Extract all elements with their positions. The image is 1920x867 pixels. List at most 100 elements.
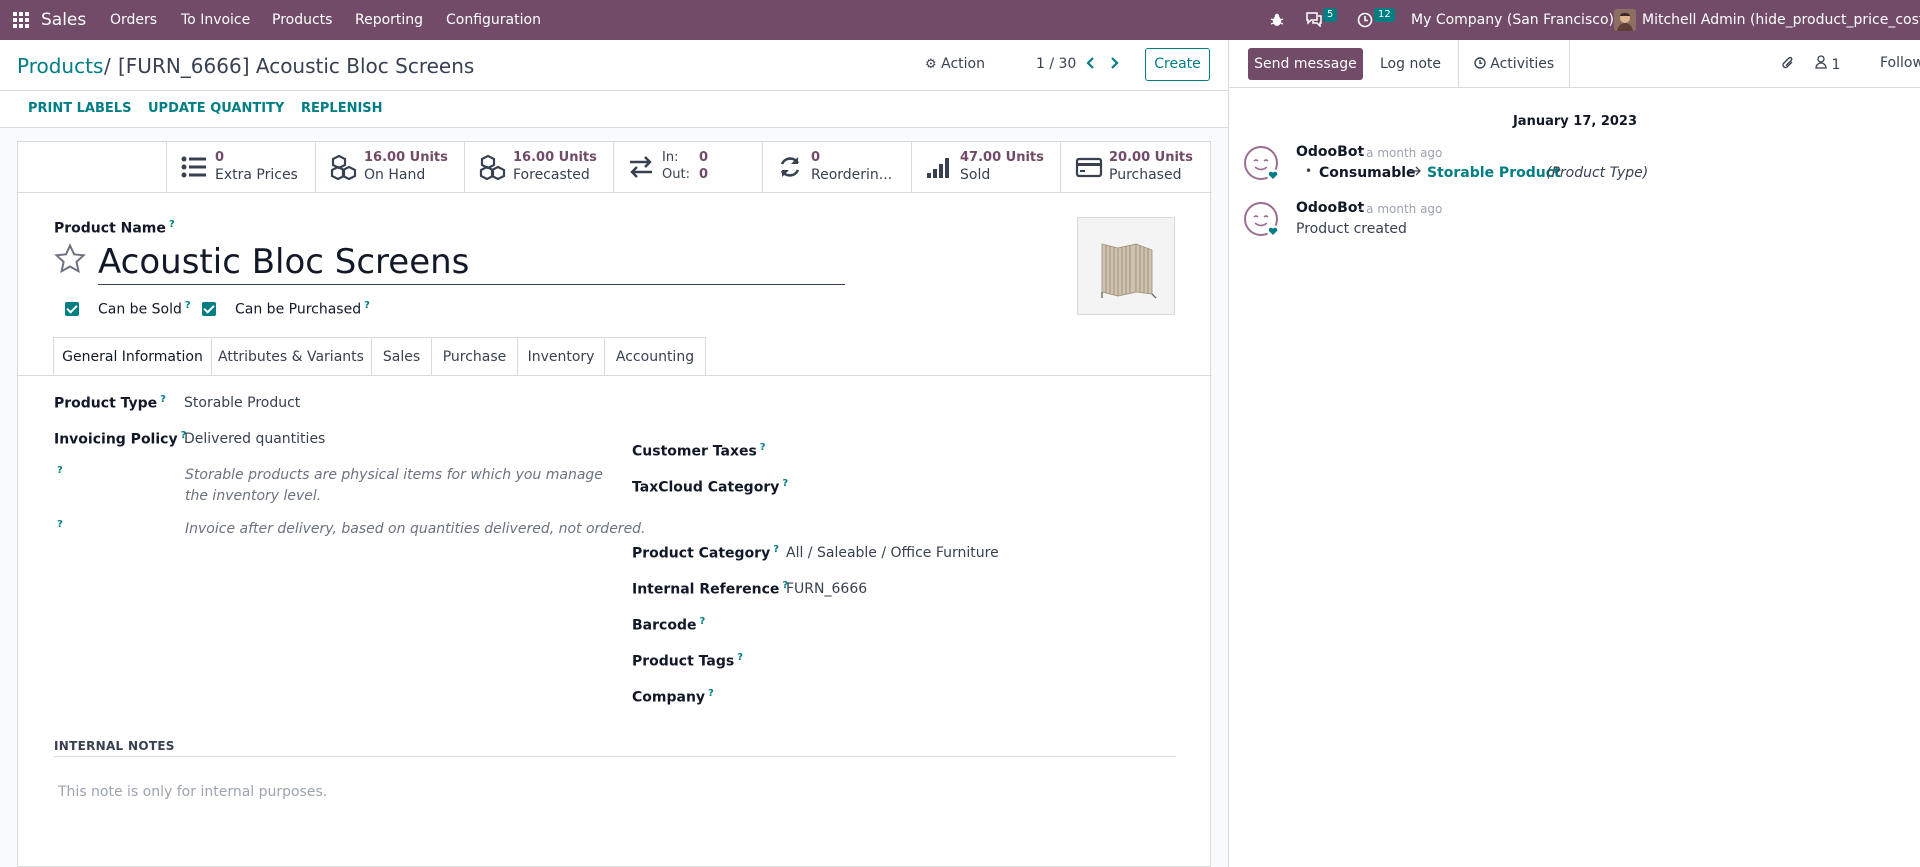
chatter-topbar: Send message Log note Activities 1 Follo… (1229, 40, 1920, 88)
pager-value[interactable]: 1 / 30 (1036, 56, 1076, 72)
tab-general-information[interactable]: General Information (53, 337, 212, 375)
message-time: - a month ago (1358, 202, 1443, 216)
can-be-sold-checkbox[interactable] (65, 302, 79, 316)
internal-notes-divider (54, 756, 1176, 757)
can-be-sold-label[interactable]: Can be Sold? (98, 300, 191, 318)
on-hand-label: On Hand (364, 167, 426, 183)
help-tooltip-icon[interactable]: ? (57, 519, 63, 530)
help-tooltip-icon[interactable]: ? (364, 300, 370, 311)
purchased-label: Purchased (1109, 167, 1182, 183)
breadcrumb-products[interactable]: Products (17, 54, 103, 78)
in-out-button[interactable]: In: 0 Out: 0 (613, 142, 762, 193)
menu-orders[interactable]: Orders (110, 0, 157, 40)
product-category-value[interactable]: All / Saleable / Office Furniture (786, 545, 999, 561)
app-name[interactable]: Sales (41, 0, 86, 40)
menu-configuration[interactable]: Configuration (446, 0, 541, 40)
signal-icon (926, 154, 952, 180)
user-icon (1815, 55, 1827, 73)
tab-accounting[interactable]: Accounting (605, 337, 706, 375)
help-tooltip-icon[interactable]: ? (760, 442, 766, 453)
activities-button[interactable]: Activities (1459, 40, 1570, 88)
tracking-arrow-icon (1408, 165, 1422, 181)
customer-taxes-label: Customer Taxes? (632, 442, 766, 460)
internal-notes-input[interactable]: This note is only for internal purposes. (58, 784, 327, 800)
company-label: Company? (632, 688, 714, 706)
menu-to-invoice[interactable]: To Invoice (181, 0, 250, 40)
invoicing-policy-value[interactable]: Delivered quantities (184, 431, 325, 447)
message-author[interactable]: OdooBot (1296, 200, 1364, 216)
user-avatar[interactable] (1614, 9, 1636, 31)
update-quantity-button[interactable]: UPDATE QUANTITY (148, 101, 284, 116)
tab-attributes-variants[interactable]: Attributes & Variants (211, 337, 372, 375)
menu-reporting[interactable]: Reporting (355, 0, 423, 40)
create-button[interactable]: Create (1145, 48, 1210, 81)
followers-button[interactable]: 1 (1815, 55, 1840, 73)
action-menu[interactable]: ⚙ Action (925, 56, 985, 72)
forecasted-value: 16.00 Units (513, 150, 597, 165)
tab-inventory[interactable]: Inventory (518, 337, 605, 375)
notebook-tabs: General Information Attributes & Variant… (18, 337, 1212, 376)
product-type-value[interactable]: Storable Product (184, 395, 300, 411)
refresh-icon (777, 154, 803, 180)
purchased-value: 20.00 Units (1109, 150, 1193, 165)
help-tooltip-icon[interactable]: ? (708, 688, 714, 699)
in-value: 0 (699, 150, 709, 165)
on-hand-button[interactable]: 16.00 Units On Hand (315, 142, 464, 193)
product-type-label: Product Type? (54, 394, 166, 412)
control-panel: Products / [FURN_6666] Acoustic Bloc Scr… (0, 40, 1228, 91)
follow-button[interactable]: Follow (1880, 55, 1920, 71)
internal-reference-label: Internal Reference? (632, 580, 789, 598)
can-be-purchased-label[interactable]: Can be Purchased? (235, 300, 370, 318)
internal-reference-value[interactable]: FURN_6666 (786, 581, 867, 597)
log-note-button[interactable]: Log note (1363, 40, 1459, 88)
company-switcher[interactable]: My Company (San Francisco) (1411, 0, 1614, 40)
extra-prices-label: Extra Prices (215, 167, 298, 183)
top-navbar: Sales Orders To Invoice Products Reporti… (0, 0, 1920, 40)
can-be-purchased-checkbox[interactable] (202, 302, 216, 316)
print-labels-button[interactable]: PRINT LABELS (28, 101, 131, 116)
messages-icon[interactable] (1305, 11, 1323, 31)
favorite-star-icon[interactable] (53, 242, 87, 280)
activities-label: Activities (1490, 56, 1555, 72)
forecasted-button[interactable]: 16.00 Units Forecasted (464, 142, 613, 193)
tracking-old-value: Consumable (1319, 165, 1416, 181)
send-message-button[interactable]: Send message (1248, 48, 1363, 80)
help-tooltip-icon[interactable]: ? (57, 465, 63, 476)
pager-previous-icon[interactable] (1085, 56, 1097, 74)
tab-purchase[interactable]: Purchase (432, 337, 518, 375)
help-tooltip-icon[interactable]: ? (699, 616, 705, 627)
tab-sales[interactable]: Sales (372, 337, 432, 375)
help-tooltip-icon[interactable]: ? (160, 394, 166, 405)
pager-next-icon[interactable] (1108, 56, 1120, 74)
help-tooltip-icon[interactable]: ? (782, 478, 788, 489)
help-tooltip-icon[interactable]: ? (169, 219, 175, 230)
product-image[interactable] (1077, 217, 1175, 315)
breadcrumb-separator: / (104, 54, 111, 78)
cubes-icon (330, 154, 357, 181)
reordering-button[interactable]: 0 Reorderin... (762, 142, 911, 193)
reordering-value: 0 (811, 150, 821, 165)
purchased-button[interactable]: 20.00 Units Purchased (1060, 142, 1212, 193)
activities-clock-icon[interactable] (1357, 12, 1373, 32)
credit-card-icon (1075, 154, 1103, 180)
extra-prices-button[interactable]: 0 Extra Prices (166, 142, 315, 193)
form-sheet: 0 Extra Prices 16.00 Units On Hand 16.00… (17, 141, 1212, 867)
attachment-paperclip-icon[interactable] (1781, 55, 1795, 75)
debug-bug-icon[interactable] (1270, 13, 1284, 31)
product-name-value: Acoustic Bloc Screens (98, 242, 470, 282)
help-tooltip-icon[interactable]: ? (185, 300, 191, 311)
user-menu[interactable]: Mitchell Admin (hide_product_price_cost) (1642, 0, 1920, 40)
invoicing-policy-label: Invoicing Policy? (54, 430, 187, 448)
odoobot-avatar (1243, 201, 1281, 243)
message-body: Product created (1296, 221, 1407, 237)
tracking-field-name: (Product Type) (1546, 165, 1649, 181)
help-tooltip-icon[interactable]: ? (773, 544, 779, 555)
help-tooltip-icon[interactable]: ? (737, 652, 743, 663)
messages-count-badge: 5 (1323, 8, 1338, 22)
menu-products[interactable]: Products (272, 0, 332, 40)
product-name-field[interactable]: Acoustic Bloc Screens (98, 240, 845, 285)
apps-menu-icon[interactable] (13, 12, 29, 28)
message-author[interactable]: OdooBot (1296, 144, 1364, 160)
sold-button[interactable]: 47.00 Units Sold (911, 142, 1060, 193)
replenish-button[interactable]: REPLENISH (301, 101, 383, 116)
